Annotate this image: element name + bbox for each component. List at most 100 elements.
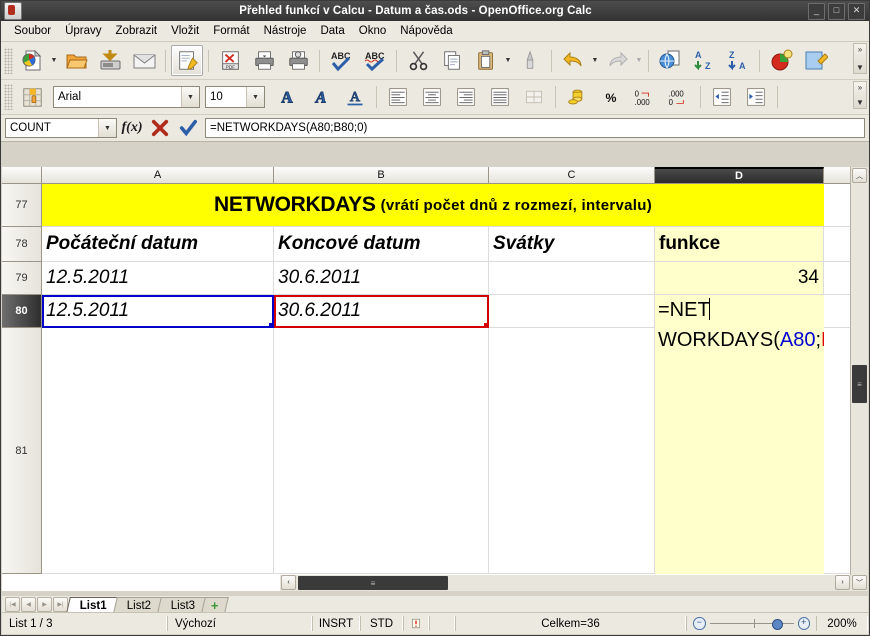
horizontal-scroll-thumb[interactable]: ≡ <box>298 576 448 590</box>
print-file-icon[interactable] <box>248 45 280 76</box>
redo-dropdown[interactable]: ▼ <box>634 46 644 75</box>
cell-b78[interactable]: Koncové datum <box>274 227 489 262</box>
cut-icon[interactable] <box>402 45 434 76</box>
paste-dropdown[interactable]: ▼ <box>503 46 513 75</box>
zoom-knob[interactable] <box>771 619 783 630</box>
minimize-button[interactable]: _ <box>808 3 825 20</box>
sheet-tab-list3[interactable]: List3 <box>157 597 208 613</box>
menu-vlozit[interactable]: Vložit <box>164 23 206 39</box>
zoom-track[interactable] <box>709 619 794 630</box>
save-document-icon[interactable] <box>94 45 126 76</box>
cell-b81[interactable] <box>274 328 489 574</box>
autospellcheck-icon[interactable]: ABC <box>359 45 391 76</box>
styles-icon[interactable] <box>16 82 48 113</box>
add-sheet-button[interactable]: + <box>201 597 229 613</box>
cell-c79[interactable] <box>489 262 655 295</box>
cell-c80[interactable] <box>489 295 655 328</box>
column-header-c[interactable]: C <box>489 167 655 184</box>
cell-a80[interactable]: 12.5.2011 <box>42 295 274 328</box>
cell-edit-overlay-d80[interactable]: =NETWORKDAYS(A80;B80;0) <box>655 295 824 574</box>
select-all-corner[interactable] <box>2 167 42 184</box>
underline-icon[interactable]: A <box>339 82 371 113</box>
cell-a78[interactable]: Počáteční datum <box>42 227 274 262</box>
column-header-a[interactable]: A <box>42 167 274 184</box>
copy-icon[interactable] <box>436 45 468 76</box>
menu-data[interactable]: Data <box>313 23 351 39</box>
sheet-tab-list2[interactable]: List2 <box>112 597 163 613</box>
menu-napoveda[interactable]: Nápověda <box>393 23 459 39</box>
menu-soubor[interactable]: Soubor <box>7 23 58 39</box>
paste-icon[interactable] <box>470 45 502 76</box>
cell-c81[interactable] <box>489 328 655 574</box>
delete-decimal-icon[interactable]: .000 0 <box>663 82 695 113</box>
row-header-78[interactable]: 78 <box>2 227 42 262</box>
formula-input-line[interactable] <box>205 118 865 138</box>
menu-okno[interactable]: Okno <box>352 23 394 39</box>
cell-e80[interactable] <box>824 295 851 328</box>
status-insert-mode[interactable]: INSRT <box>312 616 360 631</box>
scroll-up-button[interactable]: ︿ <box>852 168 867 183</box>
italic-icon[interactable]: A <box>305 82 337 113</box>
name-box[interactable]: ▼ <box>5 118 117 138</box>
row-header-81[interactable]: 81 <box>2 328 42 574</box>
status-selection-mode[interactable]: STD <box>360 616 403 631</box>
accept-button[interactable] <box>175 118 201 138</box>
next-sheet-button[interactable]: ▶ <box>37 597 52 612</box>
spelling-icon[interactable]: ABC <box>325 45 357 76</box>
row-header-77[interactable]: 77 <box>2 184 42 227</box>
cell-e77[interactable] <box>824 184 851 227</box>
undo-icon[interactable] <box>557 45 589 76</box>
redo-icon[interactable] <box>601 45 633 76</box>
cell-a79[interactable]: 12.5.2011 <box>42 262 274 295</box>
percent-icon[interactable]: % <box>595 82 627 113</box>
cell-e81[interactable] <box>824 328 851 574</box>
menu-nastroje[interactable]: Nástroje <box>257 23 314 39</box>
currency-icon[interactable] <box>561 82 593 113</box>
email-document-icon[interactable] <box>128 45 160 76</box>
cell-d78[interactable]: funkce <box>655 227 824 262</box>
sheet-tab-list1[interactable]: List1 <box>66 597 119 613</box>
scroll-right-button[interactable]: › <box>835 575 850 590</box>
cell-e79[interactable] <box>824 262 851 295</box>
toolbar-grip[interactable] <box>4 47 13 74</box>
row-header-79[interactable]: 79 <box>2 262 42 295</box>
column-header-d[interactable]: D <box>655 167 824 184</box>
first-sheet-button[interactable]: |◀ <box>5 597 20 612</box>
new-document-dropdown[interactable]: ▼ <box>49 46 59 75</box>
cell-e78[interactable] <box>824 227 851 262</box>
align-right-icon[interactable] <box>450 82 482 113</box>
font-name-combobox[interactable]: ▼ <box>53 86 200 108</box>
print-preview-icon[interactable] <box>282 45 314 76</box>
hyperlink-icon[interactable] <box>654 45 686 76</box>
open-document-icon[interactable] <box>60 45 92 76</box>
vertical-scroll-thumb[interactable]: ≡ <box>852 365 867 403</box>
toolbar-grip[interactable] <box>4 84 13 110</box>
export-pdf-icon[interactable]: PDF <box>214 45 246 76</box>
cell-a77-title[interactable]: NETWORKDAYS (vrátí počet dnů z rozmezí, … <box>42 184 824 227</box>
name-box-dropdown-icon[interactable]: ▼ <box>98 119 116 137</box>
scroll-down-button[interactable]: ﹀ <box>852 575 867 590</box>
merge-cells-icon[interactable] <box>518 82 550 113</box>
name-box-input[interactable] <box>6 119 98 137</box>
cell-d79[interactable]: 34 <box>655 262 824 295</box>
cell-c78[interactable]: Svátky <box>489 227 655 262</box>
bold-icon[interactable]: A <box>271 82 303 113</box>
new-document-icon[interactable] <box>16 45 48 76</box>
close-button[interactable]: ✕ <box>848 3 865 20</box>
cell-b79[interactable]: 30.6.2011 <box>274 262 489 295</box>
font-size-input[interactable] <box>206 90 246 104</box>
font-name-input[interactable] <box>54 90 181 104</box>
sort-descending-icon[interactable]: Z A <box>722 45 754 76</box>
align-left-icon[interactable] <box>382 82 414 113</box>
align-center-icon[interactable] <box>416 82 448 113</box>
column-header-b[interactable]: B <box>274 167 489 184</box>
previous-sheet-button[interactable]: ◀ <box>21 597 36 612</box>
menu-format[interactable]: Formát <box>206 23 256 39</box>
scroll-left-button[interactable]: ‹ <box>281 575 296 590</box>
clone-formatting-icon[interactable] <box>514 45 546 76</box>
zoom-out-button[interactable]: − <box>693 617 706 630</box>
cell-b80[interactable]: 30.6.2011 <box>274 295 489 328</box>
decrease-indent-icon[interactable] <box>706 82 738 113</box>
vertical-scrollbar[interactable]: ︿ ≡ ﹀ <box>850 167 868 591</box>
undo-dropdown[interactable]: ▼ <box>590 46 600 75</box>
